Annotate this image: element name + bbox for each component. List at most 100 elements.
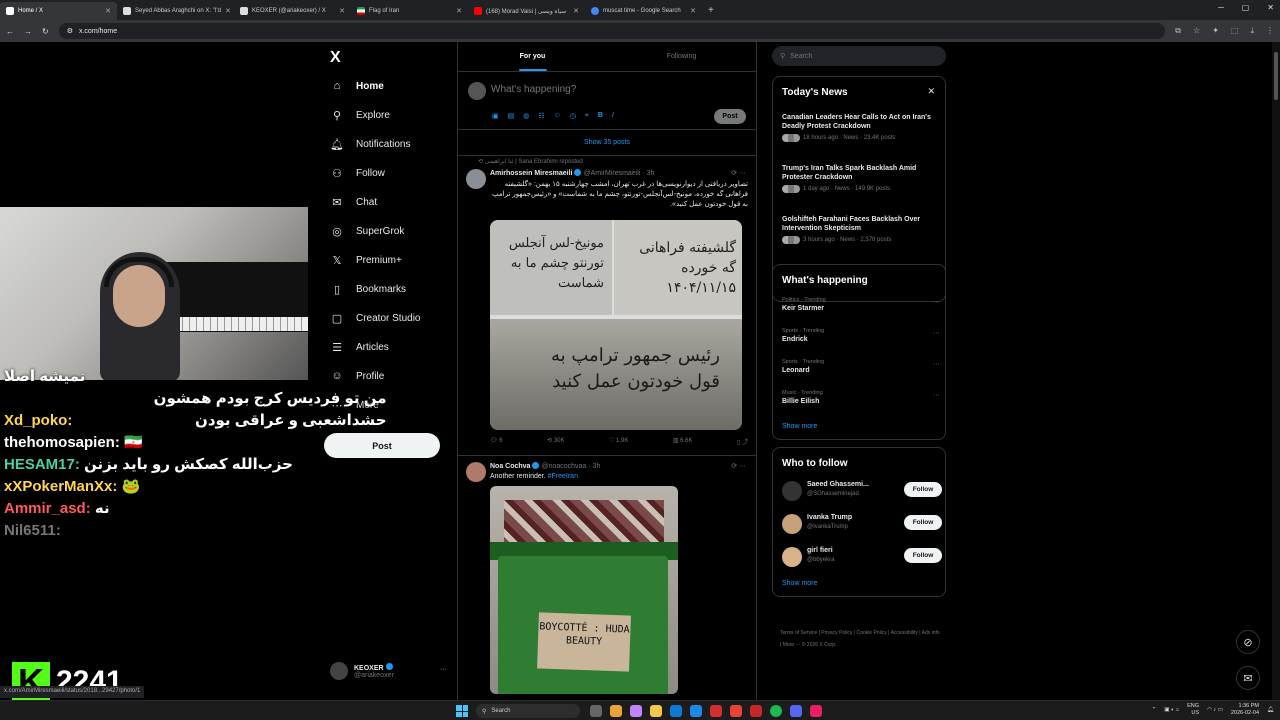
- clock[interactable]: 1:36 PM 2026-02-04: [1231, 703, 1259, 717]
- copilot-icon[interactable]: [630, 705, 642, 717]
- like-button[interactable]: ♡ 1.9K: [609, 437, 628, 446]
- follow-button[interactable]: Follow: [904, 482, 942, 497]
- scrollbar[interactable]: [1272, 42, 1280, 700]
- close-icon[interactable]: ✕: [927, 86, 935, 97]
- close-window-icon[interactable]: ✕: [1267, 3, 1274, 12]
- nav-follow[interactable]: ⚇ Follow: [330, 167, 385, 180]
- nav-home[interactable]: ⌂ Home: [330, 80, 384, 92]
- follow-suggestion[interactable]: Ivanka Trump @IvankaTrump Follow: [782, 513, 942, 539]
- nav-profile[interactable]: ☺ Profile: [330, 370, 384, 382]
- post-button[interactable]: Post: [324, 433, 440, 458]
- tray-icons[interactable]: ▣ ◐ ⌂: [1164, 707, 1179, 713]
- more-icon[interactable]: ⋯: [933, 298, 940, 306]
- avatar[interactable]: [466, 462, 486, 482]
- nav-chat[interactable]: ✉ Chat: [330, 196, 377, 209]
- more-icon[interactable]: ⋯: [933, 391, 940, 399]
- tweet[interactable]: Noa Cochva @noacochvaa · 3h ⟳ ⋯ Another r…: [458, 456, 756, 706]
- close-icon[interactable]: ✕: [456, 7, 462, 15]
- menu-dots-icon[interactable]: ⋮: [1266, 26, 1274, 36]
- nav-creator-studio[interactable]: ▢ Creator Studio: [330, 312, 421, 325]
- download-icon[interactable]: ⤓: [1250, 26, 1254, 36]
- tweet-more-icon[interactable]: ⟳ ⋯: [731, 462, 746, 470]
- media-icon[interactable]: ▣: [492, 112, 499, 120]
- store-icon[interactable]: [690, 705, 702, 717]
- trend-item[interactable]: Sports · Trending Leonard ⋯: [782, 359, 942, 374]
- minimize-icon[interactable]: ─: [1218, 3, 1224, 12]
- reload-icon[interactable]: ↻: [42, 27, 49, 36]
- file-explorer-icon[interactable]: [650, 705, 662, 717]
- nav-articles[interactable]: ☰ Articles: [330, 341, 389, 354]
- bold-icon[interactable]: B: [598, 112, 603, 120]
- omnibox[interactable]: ⚙ x.com/home: [58, 23, 1166, 39]
- reply-button[interactable]: 💬︎ 6: [490, 437, 503, 446]
- url-text[interactable]: x.com/home: [79, 28, 117, 35]
- location-icon[interactable]: ⌖: [585, 112, 589, 120]
- maximize-icon[interactable]: ▢: [1242, 3, 1250, 12]
- show-posts-link[interactable]: Show 35 posts: [458, 130, 756, 156]
- forward-icon[interactable]: →: [24, 27, 32, 36]
- taskbar-search[interactable]: ⚲ Search: [476, 704, 580, 718]
- close-icon[interactable]: ✕: [105, 7, 111, 15]
- browser-tab[interactable]: Home / X ✕: [0, 2, 117, 20]
- back-icon[interactable]: ←: [6, 27, 14, 36]
- trend-item[interactable]: Sports · Trending Endrick ⋯: [782, 328, 942, 343]
- more-icon[interactable]: ⋯: [933, 360, 940, 368]
- account-switcher[interactable]: KEOXER @ariakeoxer ···: [330, 662, 447, 680]
- new-tab-button[interactable]: +: [708, 5, 714, 16]
- follow-button[interactable]: Follow: [904, 515, 942, 530]
- extension-icon[interactable]: ✦: [1212, 26, 1219, 36]
- browser-tab[interactable]: muscat time - Google Search ✕: [585, 2, 702, 20]
- bookmark-icon[interactable]: ▯ ⤴: [737, 437, 748, 446]
- footer-links[interactable]: Terms of Service | Privacy Policy | Cook…: [780, 627, 940, 651]
- chrome-icon[interactable]: [610, 705, 622, 717]
- tweet-image[interactable]: BOYCOTTÉ : HUDA BEAUTY: [490, 486, 678, 694]
- install-icon[interactable]: ⧉: [1175, 26, 1181, 36]
- grok-icon[interactable]: ⊘: [1236, 630, 1260, 654]
- gif-icon[interactable]: ▤: [508, 112, 515, 120]
- network-volume-icons[interactable]: ◠ ♪ ▭: [1207, 707, 1223, 713]
- language-indicator[interactable]: ENG US: [1187, 703, 1199, 717]
- grok-icon[interactable]: ◍: [523, 112, 529, 120]
- nav-supergrok[interactable]: ◎ SuperGrok: [330, 225, 404, 238]
- news-item[interactable]: Canadian Leaders Hear Calls to Act on Ir…: [782, 113, 932, 142]
- close-icon[interactable]: ✕: [339, 7, 345, 15]
- compose-post-button[interactable]: Post: [714, 109, 746, 124]
- tweet[interactable]: ⟲ ثنا ابراهیمی | Sana Ebrahimi reposted …: [458, 156, 756, 456]
- search-input[interactable]: ⚲ Search: [772, 46, 946, 66]
- news-item[interactable]: Golshifteh Farahani Faces Backlash Over …: [782, 215, 932, 244]
- x-logo[interactable]: X: [330, 49, 341, 67]
- compose-input[interactable]: What's happening?: [491, 84, 576, 95]
- italic-icon[interactable]: I: [612, 112, 614, 120]
- nav-bookmarks[interactable]: ▯ Bookmarks: [330, 283, 406, 296]
- tab-for-you[interactable]: For you: [458, 42, 607, 71]
- edge-icon[interactable]: [670, 705, 682, 717]
- browser-tab[interactable]: Flag of Iran ✕: [351, 2, 468, 20]
- windows-start-icon[interactable]: [456, 705, 468, 717]
- discord-icon[interactable]: [790, 705, 802, 717]
- follow-suggestion[interactable]: Saeed Ghassemi... @SGhasseminejad Follow: [782, 480, 942, 506]
- show-more-link[interactable]: Show more: [782, 423, 817, 430]
- author-name[interactable]: Noa Cochva: [490, 463, 530, 470]
- nav-explore[interactable]: ⚲ Explore: [330, 109, 390, 122]
- repost-button[interactable]: ⟲ 30K: [547, 437, 564, 446]
- follow-button[interactable]: Follow: [904, 548, 942, 563]
- browser-tab[interactable]: Seyed Abbas Araghchi on X: "I'd ✕: [117, 2, 234, 20]
- author-name[interactable]: Amirhossein Miresmaeili: [490, 170, 572, 177]
- close-icon[interactable]: ✕: [573, 7, 579, 15]
- poll-icon[interactable]: ☷: [538, 112, 544, 120]
- emoji-icon[interactable]: ☺: [554, 112, 561, 120]
- trend-item[interactable]: Politics · Trending Keir Starmer ⋯: [782, 297, 942, 312]
- task-view-icon[interactable]: [590, 705, 602, 717]
- account-menu-icon[interactable]: ···: [440, 666, 447, 673]
- bookmark-star-icon[interactable]: ☆: [1193, 26, 1200, 36]
- puzzle-icon[interactable]: ⬚: [1231, 26, 1239, 36]
- gmail-icon[interactable]: [730, 705, 742, 717]
- tweet-image[interactable]: مونیخ-لس آنجلس تورنتو چشم ما به شماست گل…: [490, 220, 742, 430]
- browser-tab[interactable]: KEOXER (@ariakeoxer) / X ✕: [234, 2, 351, 20]
- schedule-icon[interactable]: ◷: [570, 112, 576, 120]
- views-button[interactable]: ▥ 6.6K: [673, 437, 693, 446]
- messages-icon[interactable]: ✉: [1236, 666, 1260, 690]
- nav-notifications[interactable]: 🔔︎ Notifications: [330, 138, 410, 151]
- follow-suggestion[interactable]: girl fieri @bbyekra Follow: [782, 546, 942, 572]
- avatar[interactable]: [466, 169, 486, 189]
